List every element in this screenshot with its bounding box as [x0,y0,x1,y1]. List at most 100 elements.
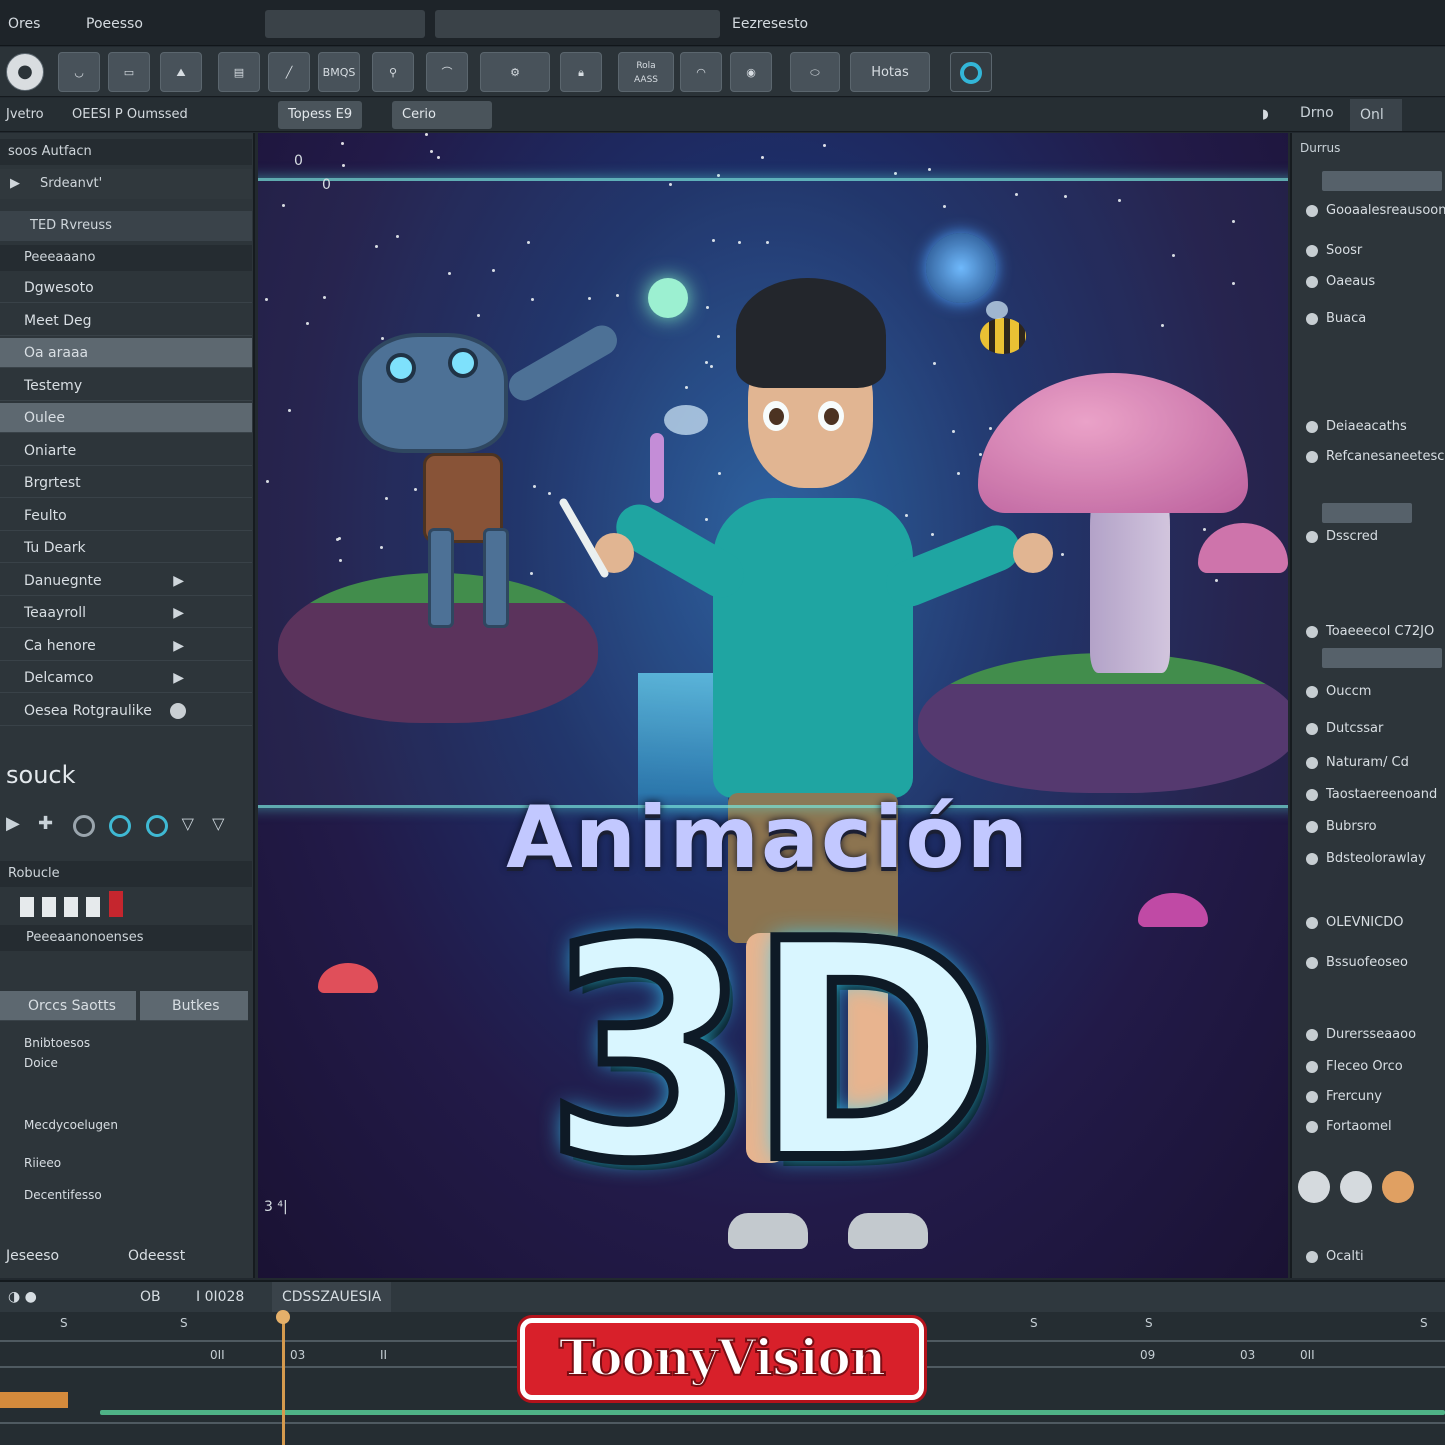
play-icon[interactable]: ▶ [6,813,20,834]
property-row[interactable]: Bdsteolorawlay [1300,845,1445,873]
scene-viewport[interactable]: Animación 3D 0 0 3 ⁴| [258,133,1288,1278]
circle-tool-icon[interactable]: ● [6,53,44,91]
right-slider-2[interactable] [1322,503,1412,523]
subbar-left-label[interactable]: Jvetro [6,104,44,126]
panel-toggle-icon[interactable]: ◗ [1262,104,1269,126]
tl-controls-icon[interactable]: ◑ ● [8,1282,37,1312]
property-row[interactable]: Ouccm [1300,678,1445,706]
tab-a[interactable]: Orccs Saotts [0,991,136,1021]
knob-icon[interactable] [1340,1171,1373,1203]
right-tab-0[interactable]: Drno [1300,105,1334,121]
radio-icon[interactable] [1306,821,1318,833]
list-item[interactable]: Teaayroll ▶ [0,598,252,628]
tab-cerio[interactable]: Cerio [392,101,492,129]
list-item[interactable]: Danuegnte ▶ [0,566,252,596]
radio-icon[interactable] [1306,421,1318,433]
radio-icon[interactable] [1306,1251,1318,1263]
right-slider-1[interactable] [1322,171,1442,191]
play-icon[interactable]: ▶ [10,169,20,199]
radio-icon[interactable] [1306,245,1318,257]
pen-tool-icon[interactable]: ╱ [268,52,310,92]
radio-icon[interactable] [1306,451,1318,463]
mode-tool[interactable]: BMQS [318,52,360,92]
list-item[interactable]: Meet Deg [0,306,252,336]
list-item[interactable]: Oniarte [0,436,252,466]
radio-icon[interactable] [1306,276,1318,288]
chevron-right-icon[interactable]: ▶ [173,631,184,661]
tab-b[interactable]: Butkes [140,991,248,1021]
list-item[interactable]: Oesea Rotgraulike [0,696,252,726]
radio-icon[interactable] [1306,626,1318,638]
app-label[interactable]: Ores [8,12,40,36]
property-row[interactable]: Gooaalesreausoon [1300,197,1445,225]
radio-icon[interactable] [1306,1091,1318,1103]
loop-icon[interactable] [73,814,96,837]
property-row[interactable]: Taostaereenoand [1300,781,1445,809]
subbar-mid-label[interactable]: OEESI P Oumssed [72,104,188,126]
menu-process[interactable]: Poeesso [86,12,143,36]
b-list-item[interactable]: Decentifesso [0,1183,140,1207]
list-item[interactable]: Testemy [0,371,252,401]
property-row[interactable]: Oaeaus [1300,268,1445,296]
down-icon[interactable]: ▽ [182,814,194,833]
down-icon-2[interactable]: ▽ [212,814,224,833]
property-row[interactable]: Soosr [1300,237,1445,265]
radio-icon[interactable] [1306,313,1318,325]
property-row[interactable]: Ocalti [1300,1243,1445,1271]
title-path-field[interactable] [435,10,720,38]
radio-icon[interactable] [1306,1061,1318,1073]
lock-tool-icon[interactable]: 🔒︎ [560,52,602,92]
timeline-clip-green[interactable] [100,1410,1445,1415]
sync-icon[interactable] [145,814,168,837]
knob-icon[interactable] [1382,1171,1415,1203]
property-row[interactable]: Bubrsro [1300,813,1445,841]
bot-tool-icon[interactable]: ⚙ [480,52,550,92]
footer-left[interactable]: Jeseeso [6,1248,59,1264]
property-row[interactable]: Dutcssar [1300,715,1445,743]
b-list-item[interactable]: Mecdycoelugen [0,1113,140,1137]
eraser-tool-icon[interactable]: ⬭ [790,52,840,92]
property-row[interactable]: Buaca [1300,305,1445,333]
property-row[interactable]: Bssuofeoseo [1300,949,1445,977]
radio-icon[interactable] [1306,686,1318,698]
title-search-field[interactable] [265,10,425,38]
list-item[interactable]: Delcamco ▶ [0,663,252,693]
knob-icon[interactable] [1298,1171,1330,1203]
radio-icon[interactable] [1306,853,1318,865]
property-row[interactable]: Fleceo Orco [1300,1053,1445,1081]
radio-icon[interactable] [1306,789,1318,801]
left-search[interactable]: soos Autfacn [0,139,252,165]
right-slider-3[interactable] [1322,648,1442,668]
target-tool-icon[interactable] [950,52,992,92]
play-row[interactable]: ▶ Srdeanvt' [0,169,252,199]
radio-icon[interactable] [1306,917,1318,929]
record-tool-icon[interactable]: ◉ [730,52,772,92]
list-item[interactable]: Oa araaa [0,338,252,368]
property-row[interactable]: Refcanesaneeteschss [1300,443,1445,471]
step-icon[interactable]: ✚ [38,813,53,834]
image-tool-icon[interactable]: ⛰ [160,52,202,92]
playhead[interactable] [276,1310,290,1445]
chevron-right-icon[interactable]: ▶ [173,663,184,693]
radio-icon[interactable] [1306,1029,1318,1041]
radio-icon[interactable] [170,702,186,719]
property-row[interactable]: Durersseaaoo [1300,1021,1445,1049]
property-row[interactable]: Toaeeecol C72JO [1300,618,1445,646]
property-row[interactable]: Deiaeacaths [1300,413,1445,441]
list-item[interactable]: Oulee [0,403,252,433]
list-item[interactable]: Ca henore ▶ [0,631,252,661]
search-tool-icon[interactable]: ⚲ [372,52,414,92]
footer-right[interactable]: Odeesst [128,1241,185,1271]
b-list-item[interactable]: Doice [0,1051,140,1075]
list-item[interactable]: Feulto [0,501,252,531]
property-row[interactable]: OLEVNICDO [1300,909,1445,937]
b-list-item[interactable]: Riieeo [0,1151,140,1175]
list-item[interactable]: Brgrtest [0,468,252,498]
radio-icon[interactable] [1306,1121,1318,1133]
tl-clip-label[interactable]: CDSSZAUESIA [272,1282,392,1312]
layer-tool-icon[interactable]: ▤ [218,52,260,92]
bowl-tool-icon[interactable]: ▭ [108,52,150,92]
right-tab-1[interactable]: Onl [1350,99,1402,131]
list-item[interactable]: Dgwesoto [0,273,252,303]
arc-tool-icon[interactable]: ◠ [680,52,722,92]
